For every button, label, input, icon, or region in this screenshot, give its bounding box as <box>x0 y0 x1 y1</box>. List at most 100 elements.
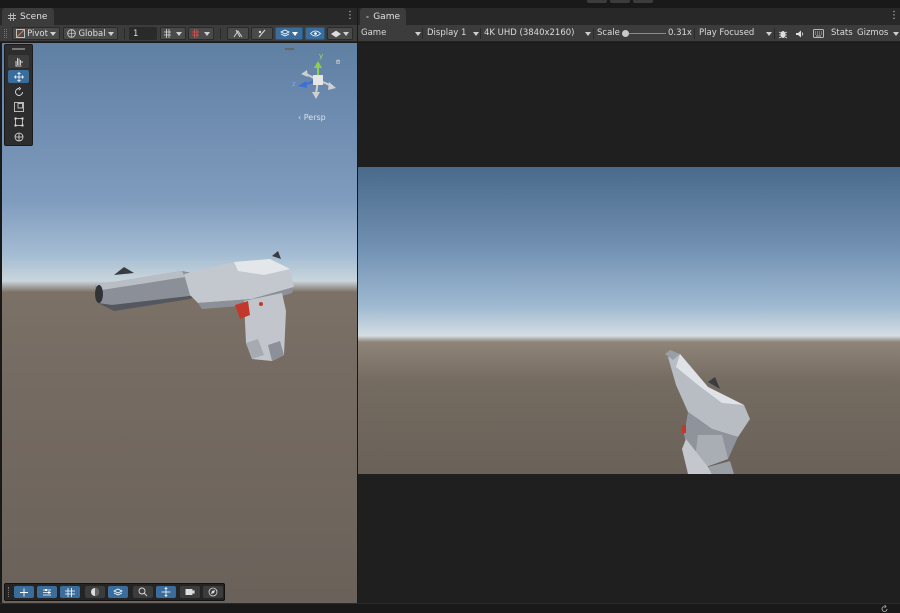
overlay-camera-button[interactable] <box>180 586 200 598</box>
game-toolbar: Game Display 1 4K UHD (3840x2160) Scale … <box>358 25 900 42</box>
lighting-toggle-button[interactable] <box>251 27 273 40</box>
camera-icon <box>331 30 341 37</box>
scale-label: Scale <box>597 28 620 38</box>
top-handle[interactable] <box>610 0 630 3</box>
toolbar-separator <box>220 28 221 39</box>
resolution-select[interactable]: 4K UHD (3840x2160) <box>484 27 591 40</box>
overlay-drag-handle[interactable] <box>8 587 10 597</box>
scene-toolbar: Pivot Global 1 <box>0 25 357 42</box>
top-strip <box>0 0 900 8</box>
scale-slider-track[interactable] <box>624 33 666 34</box>
scene-tab-label: Scene <box>20 11 48 22</box>
slash-icon <box>258 29 266 38</box>
status-bar <box>0 603 900 613</box>
toolbar-separator <box>593 28 594 39</box>
toolbar-drag-handle[interactable] <box>4 29 7 38</box>
play-mode-value: Play Focused <box>699 28 755 38</box>
overlay-move-button[interactable] <box>14 586 34 598</box>
chevron-down-icon <box>893 31 899 36</box>
scale-slider-thumb[interactable] <box>622 30 629 37</box>
persp-toggle[interactable]: ‹ Persp <box>298 113 326 122</box>
visibility-toggle-button[interactable] <box>305 27 325 40</box>
grid-icon <box>8 12 16 21</box>
hand-icon <box>15 57 23 66</box>
game-panel-menu-icon[interactable]: ⋮ <box>889 10 899 22</box>
palette-drag-handle[interactable] <box>12 48 25 50</box>
sphere-icon <box>91 588 99 596</box>
2d-toggle-button[interactable] <box>227 27 249 40</box>
overlay-search-button[interactable] <box>133 586 153 598</box>
chevron-down-icon <box>49 31 56 36</box>
gizmo-y-label: y <box>319 52 324 60</box>
refresh-icon[interactable] <box>880 605 889 613</box>
scene-viewport[interactable] <box>2 43 357 603</box>
keyboard-icon <box>812 29 824 38</box>
overlay-grid-button[interactable] <box>60 586 80 598</box>
move-icon <box>20 588 28 596</box>
rotate-tool-button[interactable] <box>8 85 29 98</box>
scene-panel-menu-icon[interactable]: ⋮ <box>345 10 355 22</box>
scene-tab-bar: Scene <box>0 8 357 25</box>
overlay-drag-handle[interactable] <box>285 48 294 50</box>
pivot-toggle-button[interactable]: Pivot <box>12 27 60 40</box>
grid-snapping-button[interactable] <box>160 27 186 40</box>
effects-toggle-button[interactable] <box>275 27 303 40</box>
gizmos-dropdown[interactable]: Gizmos <box>857 27 899 40</box>
scale-value: 0.31x <box>668 28 692 38</box>
axis-gizmo-icon <box>298 59 340 99</box>
display-value: Display 1 <box>427 28 467 38</box>
toolbar-separator <box>480 28 481 39</box>
increment-snap-button[interactable] <box>188 27 214 40</box>
tab-scene[interactable]: Scene <box>2 8 54 25</box>
camera-settings-button[interactable] <box>327 27 353 40</box>
grid-snap-input[interactable]: 1 <box>129 27 157 40</box>
mute-audio-button[interactable] <box>794 27 806 40</box>
toolbar-separator <box>694 28 695 39</box>
grid-icon <box>65 587 75 597</box>
overlay-align-button[interactable] <box>37 586 57 598</box>
move-tool-button[interactable] <box>8 70 29 83</box>
hand-tool-button[interactable] <box>8 55 29 68</box>
game-viewport[interactable] <box>358 167 900 474</box>
game-tab-bar: Game <box>358 8 900 25</box>
move-icon <box>161 587 171 597</box>
keyboard-shortcuts-button[interactable] <box>811 27 825 40</box>
scene-gun-model <box>95 251 294 361</box>
layers-icon <box>280 29 290 37</box>
play-mode-select[interactable]: Play Focused <box>699 27 772 40</box>
chevron-down-icon <box>176 31 182 36</box>
orientation-gizmo[interactable]: y z <box>292 52 342 106</box>
rect-tool-button[interactable] <box>8 115 29 128</box>
pivot-icon <box>16 29 25 38</box>
snap-increment-icon <box>192 29 199 38</box>
game-view-value: Game <box>361 28 387 38</box>
scale-tool-button[interactable] <box>8 100 29 113</box>
overlay-layers-button[interactable] <box>108 586 128 598</box>
grid-snap-icon <box>164 29 171 38</box>
global-toggle-button[interactable]: Global <box>63 27 118 40</box>
overlay-shading-button[interactable] <box>85 586 105 598</box>
gizmo-z-label: z <box>292 80 296 88</box>
chevron-down-icon <box>766 31 772 36</box>
chevron-down-icon <box>292 31 298 36</box>
sliders-icon <box>43 588 51 595</box>
stats-label: Stats <box>831 28 853 38</box>
overlay-navigate-button[interactable] <box>203 586 223 598</box>
game-tab-label: Game <box>373 11 400 22</box>
top-handle[interactable] <box>587 0 607 3</box>
overlay-transform-button[interactable] <box>156 586 176 598</box>
top-handle[interactable] <box>633 0 653 3</box>
gizmos-label: Gizmos <box>857 28 889 38</box>
rect-transform-icon <box>14 117 23 126</box>
transform-tool-button[interactable] <box>8 130 29 143</box>
compass-icon <box>208 587 218 597</box>
game-view-select[interactable]: Game <box>361 27 421 40</box>
eye-icon <box>309 30 321 37</box>
chevron-down-icon <box>343 31 349 36</box>
stats-button[interactable]: Stats <box>831 27 853 40</box>
display-select[interactable]: Display 1 <box>427 27 479 40</box>
scene-tool-palette <box>4 44 33 146</box>
tab-game[interactable]: Game <box>360 8 406 25</box>
bug-icon <box>778 30 788 38</box>
debug-button[interactable] <box>777 27 789 40</box>
